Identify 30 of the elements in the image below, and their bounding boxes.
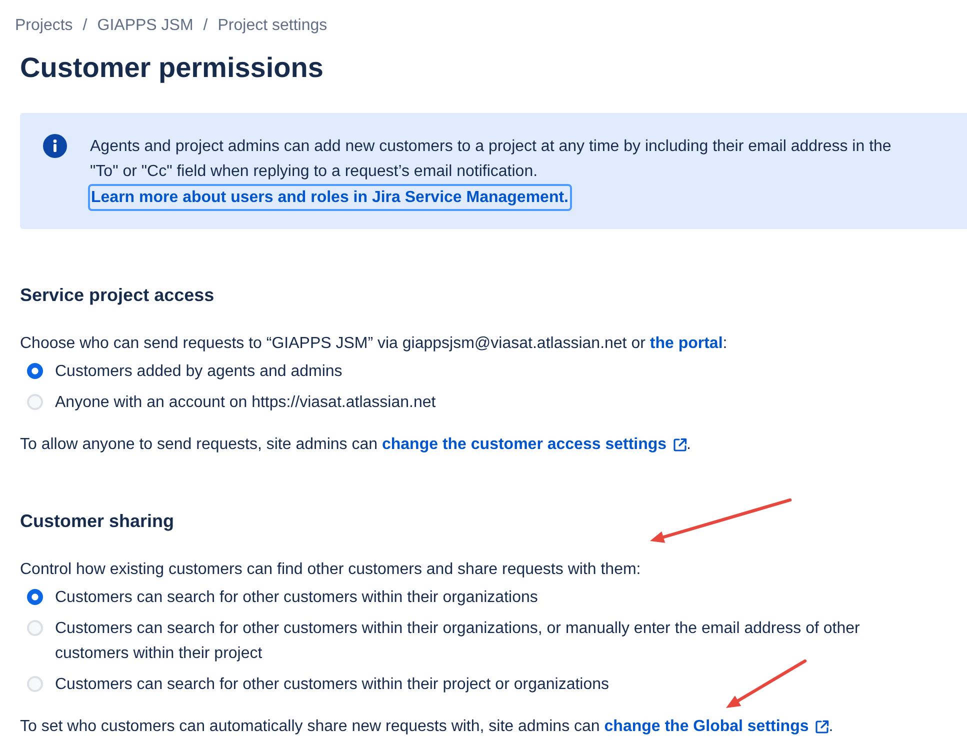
option-label[interactable]: Anyone with an account on https://viasat.atlassian.net <box>55 390 436 415</box>
breadcrumb-separator: / <box>82 16 88 36</box>
breadcrumb-link[interactable]: Projects <box>15 14 73 38</box>
radio-button[interactable] <box>27 620 43 636</box>
radio-button[interactable] <box>27 363 43 379</box>
option-label[interactable]: Customers can search for other customers within their organizations, or manually enter the email address of other customers within their project <box>55 616 890 666</box>
breadcrumb-link[interactable]: Project settings <box>218 14 328 38</box>
radio-button[interactable] <box>27 394 43 410</box>
external-link-icon <box>672 438 687 452</box>
info-icon <box>43 134 67 158</box>
info-message: Agents and project admins can add new customers to a project at any time by including their email address in the "To" or "Cc" field when replying to a request’s email notification. <box>90 137 892 182</box>
external-link-icon <box>814 720 829 734</box>
settings-link[interactable]: change the customer access settings <box>382 433 687 457</box>
breadcrumb-link[interactable]: GIAPPS JSM <box>97 14 194 38</box>
section-note: To set who customers can automatically share new requests with, site admins can change the Global settings . <box>20 715 967 739</box>
section-heading: Service project access <box>20 284 216 307</box>
section-prompt: Control how existing customers can find other customers and share requests with them: <box>20 560 642 580</box>
section-heading: Customer sharing <box>20 510 176 533</box>
learn-more-link[interactable]: Learn more about users and roles in Jira Service Management. <box>88 184 572 211</box>
option-label[interactable]: Customers can search for other customers within their project or organizations <box>55 672 610 697</box>
section-prompt: Choose who can send requests to “GIAPPS JSM” via giappsjsm@viasat.atlassian.net or the portal: <box>20 332 967 356</box>
option-label[interactable]: Customers added by agents and admins <box>55 359 342 384</box>
settings-link[interactable]: change the Global settings <box>604 715 829 739</box>
option-label[interactable]: Customers can search for other customers within their organizations <box>55 585 538 610</box>
breadcrumb-separator: / <box>202 16 209 36</box>
section-note: To allow anyone to send requests, site admins can change the customer access settings . <box>20 433 967 457</box>
radio-button[interactable] <box>27 676 43 692</box>
page-title: Customer permissions <box>20 51 324 85</box>
radio-button[interactable] <box>27 589 43 605</box>
portal-link[interactable]: the portal <box>650 332 723 356</box>
